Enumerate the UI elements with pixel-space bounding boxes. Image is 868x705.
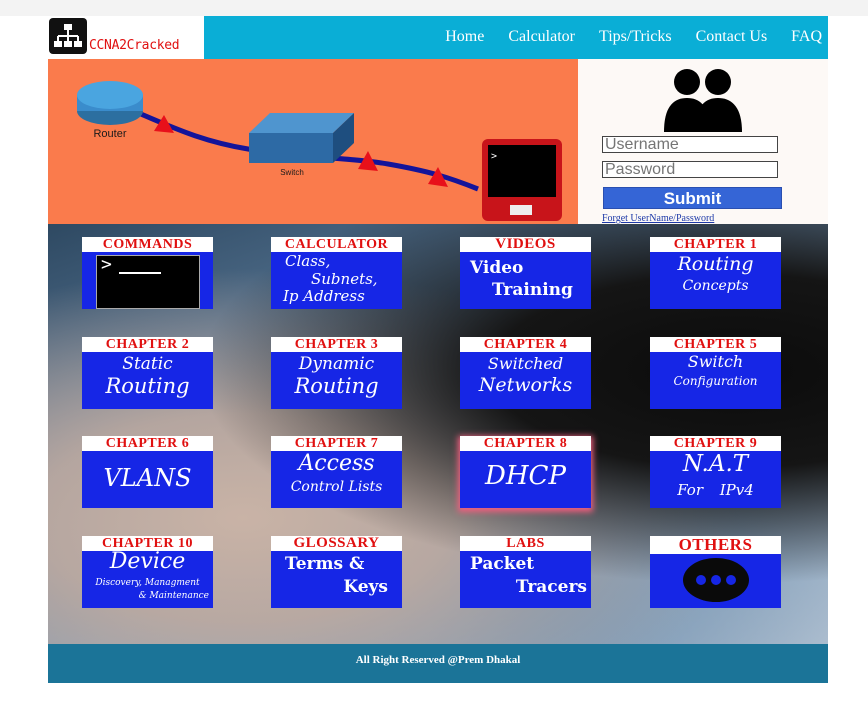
tile-body: Switch Configuration [673,352,758,388]
tile-chapter-4[interactable]: CHAPTER 4 Switched Networks [460,337,591,409]
submit-button[interactable]: Submit [603,187,782,209]
nav-faq[interactable]: FAQ [791,28,822,46]
tile-heading: CHAPTER 9 [650,436,781,451]
tile-heading: CHAPTER 6 [82,436,213,451]
tile-glossary[interactable]: GLOSSARY Terms & Keys [271,536,402,608]
username-input[interactable] [602,136,778,153]
tile-heading: CHAPTER 3 [271,337,402,352]
tile-others[interactable]: OTHERS [650,536,781,608]
main-nav: Home Calculator Tips/Tricks Contact Us F… [445,28,822,46]
tile-body: Switched Networks [478,354,573,396]
tile-body: > [82,252,213,309]
tile-chapter-1[interactable]: CHAPTER 1 Routing Concepts [650,237,781,309]
tile-body: Access Control Lists [290,451,383,495]
tile-body: VLANS [103,464,192,492]
tile-heading: CHAPTER 5 [650,337,781,352]
terminal-icon: > [96,254,200,309]
tile-body: DHCP [485,461,566,491]
tile-heading: OTHERS [650,536,781,554]
svg-text:>: > [491,151,497,162]
tile-body: Class, Subnets, Ip Address [283,252,378,305]
tile-body: Video Training [470,258,573,300]
more-options-icon [683,558,749,602]
tile-body: Device Discovery, Managment & Maintenanc… [95,549,209,601]
nav-tips-tricks[interactable]: Tips/Tricks [599,28,672,46]
logo[interactable]: CCNA2Cracked [48,16,204,59]
tile-body [650,554,781,608]
site-footer: All Right Reserved @Prem Dhakal [48,644,828,683]
logo-text: CCNA2Cracked [89,38,180,53]
router-label: Router [93,128,126,140]
login-panel: Submit Forget UserName/Password [578,59,828,224]
tile-body: Packet Tracers [470,554,587,597]
tile-chapter-8[interactable]: CHAPTER 8 DHCP [460,436,591,508]
tile-chapter-3[interactable]: CHAPTER 3 Dynamic Routing [271,337,402,409]
tile-heading: VIDEOS [460,237,591,252]
switch-label: Switch [280,168,304,177]
tile-labs[interactable]: LABS Packet Tracers [460,536,591,608]
tile-body: Routing Concepts [677,253,754,294]
tile-body: Terms & Keys [285,554,388,597]
password-input[interactable] [602,161,778,178]
tile-heading: CHAPTER 4 [460,337,591,352]
tile-heading: CHAPTER 2 [82,337,213,352]
network-illustration: Router Switch > [77,81,562,221]
tile-body: Static Routing [105,354,190,398]
tile-chapter-5[interactable]: CHAPTER 5 Switch Configuration [650,337,781,409]
tile-chapter-9[interactable]: CHAPTER 9 N.A.T For IPv4 [650,436,781,508]
tile-heading: CHAPTER 1 [650,237,781,252]
browser-top-strip [0,0,868,16]
network-logo-icon [49,18,87,54]
hero-banner: Router Switch > [48,59,578,224]
nav-calculator[interactable]: Calculator [508,28,575,46]
users-icon [664,69,742,132]
tile-heading: COMMANDS [82,237,213,252]
tile-videos[interactable]: VIDEOS Video Training [460,237,591,309]
tile-heading: LABS [460,536,591,551]
tile-body: N.A.T For IPv4 [677,451,754,499]
tile-heading: CHAPTER 7 [271,436,402,451]
main-tile-grid: COMMANDS > CALCULATOR Class, Subnets, Ip… [48,224,828,644]
tile-commands[interactable]: COMMANDS > [82,237,213,309]
tile-chapter-10[interactable]: CHAPTER 10 Device Discovery, Managment &… [82,536,213,608]
site-header: CCNA2Cracked Home Calculator Tips/Tricks… [48,16,828,59]
tile-heading: GLOSSARY [271,536,402,551]
tile-calculator[interactable]: CALCULATOR Class, Subnets, Ip Address [271,237,402,309]
tile-chapter-2[interactable]: CHAPTER 2 Static Routing [82,337,213,409]
forgot-password-link[interactable]: Forget UserName/Password [602,213,714,224]
nav-home[interactable]: Home [445,28,484,46]
tile-heading: CHAPTER 8 [460,436,591,451]
tile-chapter-6[interactable]: CHAPTER 6 VLANS [82,436,213,508]
tile-chapter-7[interactable]: CHAPTER 7 Access Control Lists [271,436,402,508]
tile-heading: CALCULATOR [271,237,402,252]
tile-body: Dynamic Routing [294,354,379,398]
nav-contact-us[interactable]: Contact Us [696,28,768,46]
footer-copyright: All Right Reserved @Prem Dhakal [355,654,521,666]
